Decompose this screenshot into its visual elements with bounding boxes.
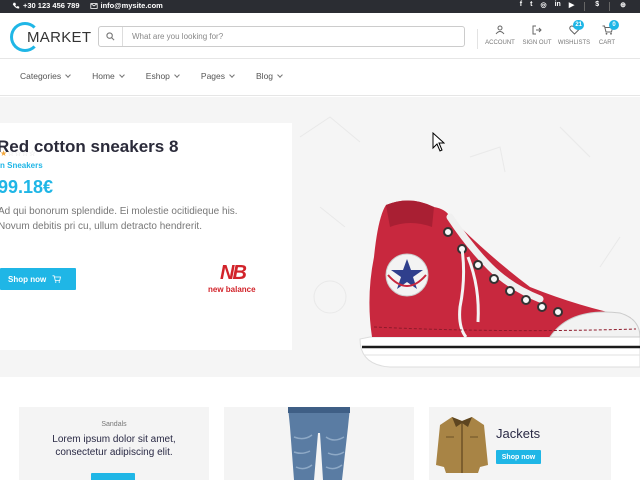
linkedin-icon[interactable]: in [555, 1, 561, 12]
jeans-image [288, 407, 350, 480]
search-button[interactable] [99, 27, 123, 46]
nav-item-eshop[interactable]: Eshop [145, 71, 180, 81]
shop-now-button[interactable]: Shop now [496, 450, 541, 464]
hero-slider: ★☆☆☆☆ Red cotton sneakers 8 n Sneakers 9… [0, 97, 640, 377]
contact-info: +30 123 456 789 info@mysite.com [12, 1, 163, 10]
brand-logo: NB new balance [206, 262, 266, 298]
wishlist-button[interactable]: WISHLISTS 21 [556, 20, 592, 46]
nav-item-label: Categories [20, 71, 62, 81]
logo-text: MARKET [27, 29, 92, 46]
product-description: Ad qui bonorum splendide. Ei molestie oc… [0, 206, 238, 232]
nav-item-blog[interactable]: Blog [256, 71, 283, 81]
globe-icon[interactable]: ⊕ [620, 1, 626, 12]
shop-now-label: Shop now [8, 274, 47, 284]
promo-headline: Lorem ipsum dolor sit amet, consectetur … [52, 434, 176, 458]
nav-item-home[interactable]: Home [92, 71, 125, 81]
account-label: ACCOUNT [485, 40, 515, 46]
sign-out-button[interactable]: SIGN OUT [518, 23, 556, 46]
phone-contact[interactable]: +30 123 456 789 [12, 1, 80, 10]
nav-item-label: Home [92, 71, 115, 81]
nav-item-pages[interactable]: Pages [200, 71, 235, 81]
mouse-cursor-icon [432, 132, 445, 152]
phone-icon [12, 2, 20, 9]
wishlist-label: WISHLISTS [557, 40, 591, 46]
account-button[interactable]: ACCOUNT [482, 23, 518, 46]
search-bar: What are you looking for? [98, 26, 465, 47]
promo-title[interactable]: Jackets [496, 426, 540, 441]
shop-now-button[interactable]: Shop now [0, 268, 76, 290]
facebook-icon[interactable]: f [520, 1, 522, 12]
divider [477, 29, 478, 49]
nav-item-categories[interactable]: Categories [20, 71, 71, 81]
chevron-down-icon [65, 72, 71, 78]
social-links: f t ◎ in ▶ $ ⊕ [520, 1, 626, 12]
currency-selector[interactable]: $ [595, 1, 599, 12]
mail-icon [89, 2, 98, 9]
cart-button[interactable]: CART 0 [592, 20, 622, 46]
user-icon [495, 25, 505, 35]
chevron-down-icon [118, 72, 125, 78]
cart-label: CART [598, 40, 616, 46]
sign-out-icon [532, 25, 542, 35]
promo-card-sandals[interactable]: Sandals Lorem ipsum dolor sit amet, cons… [19, 407, 209, 480]
sign-out-label: SIGN OUT [522, 40, 552, 46]
twitter-icon[interactable]: t [530, 1, 532, 12]
product-card: ★☆☆☆☆ [0, 123, 292, 350]
cart-count-badge: 0 [609, 20, 619, 30]
promo-card-jeans[interactable] [224, 407, 414, 480]
promo-card-jackets[interactable]: Jackets Shop now [429, 407, 611, 480]
phone-text: +30 123 456 789 [23, 1, 80, 10]
brand-name: new balance [208, 285, 256, 294]
cart-icon [52, 275, 62, 283]
site-header: MARKET What are you looking for? ACCOUNT… [0, 13, 640, 59]
nav-item-label: Blog [256, 71, 274, 81]
chevron-down-icon [229, 72, 235, 78]
divider [584, 2, 586, 11]
jacket-image [436, 417, 488, 473]
wishlist-count-badge: 21 [573, 20, 584, 30]
brand-monogram: NB [220, 262, 247, 284]
logo[interactable]: MARKET [10, 22, 91, 52]
main-nav: Categories Home Eshop Pages Blog [0, 60, 640, 96]
chevron-down-icon [277, 72, 283, 78]
youtube-icon[interactable]: ▶ [569, 1, 574, 12]
divider [609, 2, 611, 11]
header-actions: ACCOUNT SIGN OUT WISHLISTS 21 CART 0 [482, 20, 622, 46]
search-icon [106, 32, 115, 41]
search-input[interactable]: What are you looking for? [132, 32, 223, 41]
promo-kicker: Sandals [101, 421, 127, 428]
email-text: info@mysite.com [100, 1, 163, 10]
product-category[interactable]: n Sneakers [0, 161, 43, 170]
email-contact[interactable]: info@mysite.com [89, 1, 163, 10]
nav-item-label: Eshop [145, 71, 170, 81]
promo-button[interactable] [91, 473, 135, 480]
product-price: 99.18€ [0, 177, 54, 197]
top-bar: +30 123 456 789 info@mysite.com f t ◎ in… [0, 0, 640, 13]
product-title[interactable]: Red cotton sneakers 8 [0, 137, 178, 157]
chevron-down-icon [174, 72, 180, 78]
nav-item-label: Pages [200, 71, 226, 81]
product-image-sneaker[interactable] [350, 187, 640, 377]
instagram-icon[interactable]: ◎ [540, 1, 546, 12]
